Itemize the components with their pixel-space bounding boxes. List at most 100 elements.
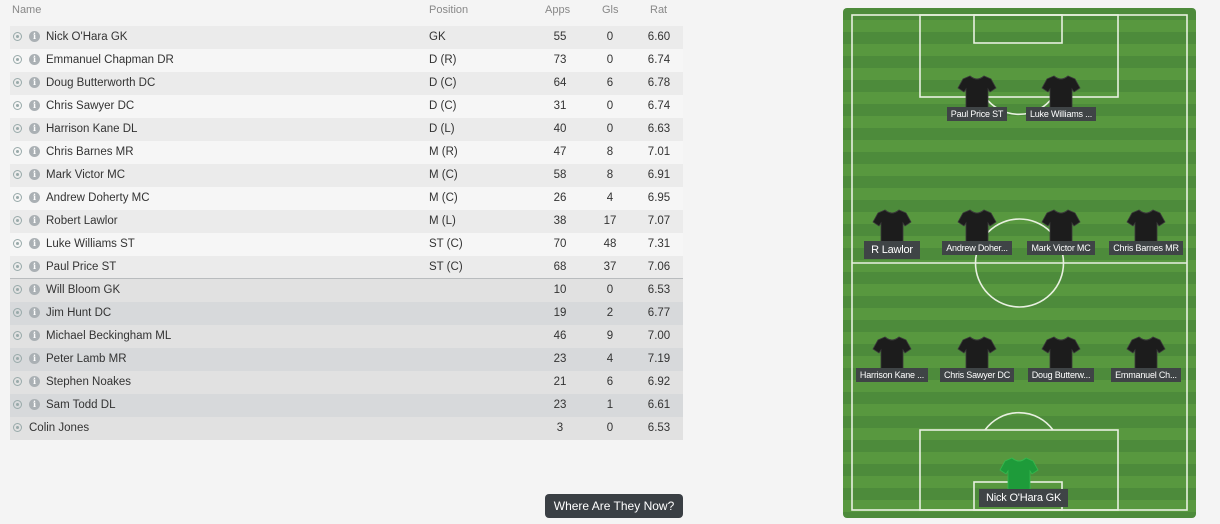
player-position: M (L) bbox=[429, 215, 456, 227]
info-icon[interactable]: i bbox=[29, 307, 40, 318]
info-icon[interactable]: i bbox=[29, 192, 40, 203]
player-apps: 46 bbox=[553, 330, 567, 342]
player-name[interactable]: Peter Lamb MR bbox=[46, 348, 127, 371]
table-row[interactable]: i Andrew Doherty MC M (C) 26 4 6.95 bbox=[10, 187, 683, 210]
info-icon[interactable]: i bbox=[29, 77, 40, 88]
target-icon[interactable] bbox=[13, 423, 22, 432]
target-icon[interactable] bbox=[13, 285, 22, 294]
table-row[interactable]: i Luke Williams ST ST (C) 70 48 7.31 bbox=[10, 233, 683, 256]
info-icon[interactable]: i bbox=[29, 146, 40, 157]
target-icon[interactable] bbox=[13, 308, 22, 317]
player-name[interactable]: Mark Victor MC bbox=[46, 164, 125, 187]
player-name[interactable]: Doug Butterworth DC bbox=[46, 72, 155, 95]
table-row[interactable]: i Michael Beckingham ML 46 9 7.00 bbox=[10, 325, 683, 348]
info-icon[interactable]: i bbox=[29, 31, 40, 42]
pitch-player[interactable]: Harrison Kane ... bbox=[852, 335, 932, 395]
pitch-player[interactable]: Luke Williams ... bbox=[1021, 74, 1101, 134]
target-icon[interactable] bbox=[13, 193, 22, 202]
table-row[interactable]: i Peter Lamb MR 23 4 7.19 bbox=[10, 348, 683, 371]
target-icon[interactable] bbox=[13, 354, 22, 363]
target-icon[interactable] bbox=[13, 32, 22, 41]
info-icon[interactable]: i bbox=[29, 376, 40, 387]
table-row[interactable]: i Nick O'Hara GK GK 55 0 6.60 bbox=[10, 26, 683, 49]
where-are-they-now-button[interactable]: Where Are They Now? bbox=[545, 494, 683, 518]
table-row[interactable]: i Paul Price ST ST (C) 68 37 7.06 bbox=[10, 256, 683, 279]
target-icon[interactable] bbox=[13, 170, 22, 179]
player-name[interactable]: Nick O'Hara GK bbox=[46, 26, 127, 49]
column-header-name[interactable]: Name bbox=[12, 4, 41, 16]
player-rating: 7.19 bbox=[647, 353, 671, 365]
pitch-player[interactable]: Doug Butterw... bbox=[1021, 335, 1101, 395]
player-name[interactable]: Michael Beckingham ML bbox=[46, 325, 171, 348]
target-icon[interactable] bbox=[13, 55, 22, 64]
table-row[interactable]: i Will Bloom GK 10 0 6.53 bbox=[10, 279, 683, 302]
target-icon[interactable] bbox=[13, 400, 22, 409]
table-row[interactable]: i Chris Sawyer DC D (C) 31 0 6.74 bbox=[10, 95, 683, 118]
column-header-gls[interactable]: Gls bbox=[602, 4, 619, 16]
pitch-player[interactable]: Paul Price ST bbox=[937, 74, 1017, 134]
pitch-player[interactable]: Nick O'Hara GK bbox=[979, 456, 1069, 516]
player-apps: 23 bbox=[553, 353, 567, 365]
target-icon[interactable] bbox=[13, 239, 22, 248]
column-header-apps[interactable]: Apps bbox=[545, 4, 570, 16]
player-name[interactable]: Colin Jones bbox=[29, 417, 89, 440]
pitch-player[interactable]: Emmanuel Ch... bbox=[1106, 335, 1186, 395]
player-name[interactable]: Jim Hunt DC bbox=[46, 302, 111, 325]
target-icon[interactable] bbox=[13, 331, 22, 340]
table-row[interactable]: i Jim Hunt DC 19 2 6.77 bbox=[10, 302, 683, 325]
player-name[interactable]: Stephen Noakes bbox=[46, 371, 131, 394]
player-position: D (L) bbox=[429, 123, 455, 135]
table-row[interactable]: i Doug Butterworth DC D (C) 64 6 6.78 bbox=[10, 72, 683, 95]
info-icon[interactable]: i bbox=[29, 399, 40, 410]
info-icon[interactable]: i bbox=[29, 261, 40, 272]
table-row[interactable]: i Stephen Noakes 21 6 6.92 bbox=[10, 371, 683, 394]
target-icon[interactable] bbox=[13, 147, 22, 156]
table-row[interactable]: i Mark Victor MC M (C) 58 8 6.91 bbox=[10, 164, 683, 187]
table-row[interactable]: i Chris Barnes MR M (R) 47 8 7.01 bbox=[10, 141, 683, 164]
player-name[interactable]: Luke Williams ST bbox=[46, 233, 135, 256]
player-rating: 7.31 bbox=[647, 238, 671, 250]
target-icon[interactable] bbox=[13, 124, 22, 133]
player-label: Nick O'Hara GK bbox=[979, 489, 1069, 512]
table-row[interactable]: i Sam Todd DL 23 1 6.61 bbox=[10, 394, 683, 417]
target-icon[interactable] bbox=[13, 377, 22, 386]
pitch-player[interactable]: Chris Barnes MR bbox=[1106, 208, 1186, 268]
pitch-player[interactable]: R Lawlor bbox=[852, 208, 932, 268]
player-goals: 0 bbox=[606, 284, 614, 296]
table-row[interactable]: i Robert Lawlor M (L) 38 17 7.07 bbox=[10, 210, 683, 233]
player-name[interactable]: Emmanuel Chapman DR bbox=[46, 49, 174, 72]
info-icon[interactable]: i bbox=[29, 353, 40, 364]
player-name[interactable]: Harrison Kane DL bbox=[46, 118, 137, 141]
target-icon[interactable] bbox=[13, 101, 22, 110]
info-icon[interactable]: i bbox=[29, 238, 40, 249]
player-apps: 40 bbox=[553, 123, 567, 135]
pitch-player[interactable]: Mark Victor MC bbox=[1021, 208, 1101, 268]
pitch-player[interactable]: Chris Sawyer DC bbox=[937, 335, 1017, 395]
player-name[interactable]: Chris Barnes MR bbox=[46, 141, 134, 164]
player-label-text: Mark Victor MC bbox=[1027, 241, 1095, 255]
player-name[interactable]: Chris Sawyer DC bbox=[46, 95, 134, 118]
table-row[interactable]: i Harrison Kane DL D (L) 40 0 6.63 bbox=[10, 118, 683, 141]
player-rating: 6.74 bbox=[647, 100, 671, 112]
target-icon[interactable] bbox=[13, 216, 22, 225]
info-icon[interactable]: i bbox=[29, 100, 40, 111]
column-header-position[interactable]: Position bbox=[429, 4, 468, 16]
player-name[interactable]: Paul Price ST bbox=[46, 256, 116, 279]
table-row[interactable]: i Emmanuel Chapman DR D (R) 73 0 6.74 bbox=[10, 49, 683, 72]
target-icon[interactable] bbox=[13, 262, 22, 271]
column-header-rat[interactable]: Rat bbox=[650, 4, 667, 16]
info-icon[interactable]: i bbox=[29, 284, 40, 295]
info-icon[interactable]: i bbox=[29, 169, 40, 180]
info-icon[interactable]: i bbox=[29, 54, 40, 65]
info-icon[interactable]: i bbox=[29, 330, 40, 341]
target-icon[interactable] bbox=[13, 78, 22, 87]
table-row[interactable]: Colin Jones 3 0 6.53 bbox=[10, 417, 683, 440]
player-name[interactable]: Sam Todd DL bbox=[46, 394, 115, 417]
info-icon[interactable]: i bbox=[29, 123, 40, 134]
info-icon[interactable]: i bbox=[29, 215, 40, 226]
player-name[interactable]: Andrew Doherty MC bbox=[46, 187, 150, 210]
player-label-text: Chris Sawyer DC bbox=[939, 368, 1014, 382]
player-name[interactable]: Robert Lawlor bbox=[46, 210, 118, 233]
pitch-player[interactable]: Andrew Doher... bbox=[937, 208, 1017, 268]
player-name[interactable]: Will Bloom GK bbox=[46, 279, 120, 302]
